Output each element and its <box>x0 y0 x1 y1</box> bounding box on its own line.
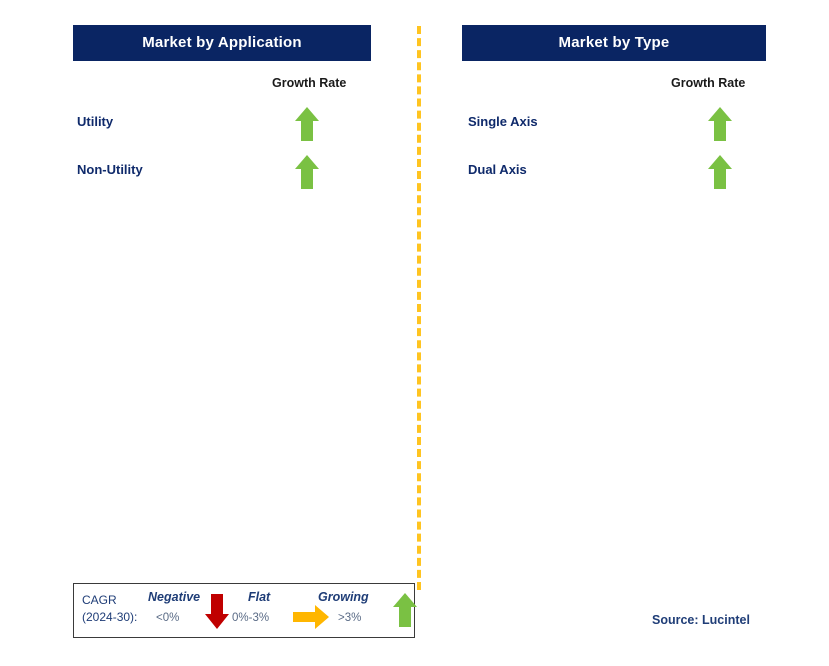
legend-label-growing: Growing <box>318 590 369 604</box>
legend-range-growing: >3% <box>338 612 362 624</box>
column-header-growth-rate-application: Growth Rate <box>272 76 347 90</box>
column-header-growth-rate-type: Growth Rate <box>671 76 746 90</box>
arrow-up-icon <box>392 592 418 628</box>
legend-label-flat: Flat <box>248 590 271 604</box>
arrow-down-icon <box>204 592 230 630</box>
row-label-utility: Utility <box>77 114 114 129</box>
panel-header-type: Market by Type <box>462 25 766 61</box>
cagr-legend: CAGR (2024-30): Negative <0% Flat 0%-3% … <box>73 583 417 638</box>
table-row: Single Axis <box>468 106 766 150</box>
table-row: Dual Axis <box>468 154 766 198</box>
arrow-up-icon <box>707 154 733 190</box>
table-row: Non-Utility <box>77 154 375 198</box>
row-label-non-utility: Non-Utility <box>77 162 143 177</box>
arrow-up-icon <box>294 154 320 190</box>
legend-cagr-label: CAGR (2024-30): <box>82 592 137 626</box>
panel-header-application: Market by Application <box>73 25 371 61</box>
legend-label-negative: Negative <box>148 590 201 604</box>
arrow-up-icon <box>707 106 733 142</box>
legend-item-flat: Flat 0%-3% <box>232 590 329 634</box>
legend-range-flat: 0%-3% <box>232 612 270 624</box>
table-row: Utility <box>77 106 375 150</box>
legend-item-negative: Negative <0% <box>142 590 229 634</box>
source-note: Source: Lucintel <box>652 613 750 627</box>
legend-cagr-line1: CAGR <box>82 593 117 607</box>
panel-divider <box>417 26 421 590</box>
row-label-dual-axis: Dual Axis <box>468 162 527 177</box>
legend-item-growing: Growing >3% <box>312 590 417 634</box>
legend-range-negative: <0% <box>156 612 180 624</box>
panel-market-by-application: Market by Application <box>73 25 371 61</box>
arrow-up-icon <box>294 106 320 142</box>
row-label-single-axis: Single Axis <box>468 114 538 129</box>
legend-cagr-line2: (2024-30): <box>82 610 138 624</box>
panel-market-by-type: Market by Type <box>462 25 766 61</box>
